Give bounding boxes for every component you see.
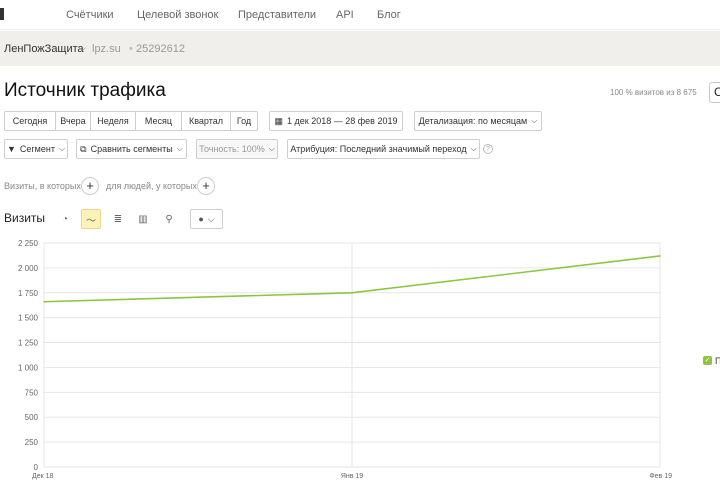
stacked-chart-icon[interactable]: ≣	[108, 209, 128, 229]
bar-chart-icon[interactable]: ▥	[133, 209, 153, 229]
chart-metric-label: Визиты	[4, 211, 46, 225]
compare-icon: ⧉	[80, 143, 87, 154]
x-tick-label: Янв 19	[341, 473, 363, 480]
y-tick-label: 750	[25, 388, 39, 397]
period-quarter-button[interactable]: Квартал	[181, 111, 231, 131]
detail-select-label: Детализация: по месяцам	[418, 116, 528, 126]
y-tick-label: 500	[25, 413, 39, 422]
sample-note: 100 % визитов из 8 675	[610, 88, 697, 97]
nav-representatives[interactable]: Представители	[238, 9, 316, 21]
period-month-button[interactable]: Месяц	[135, 111, 182, 131]
right-edge-button[interactable]: C	[709, 82, 720, 103]
chevron-down-icon[interactable]: ⌵	[79, 43, 86, 54]
legend-checkbox-icon[interactable]: ✓	[703, 356, 712, 365]
x-tick-label: Фев 19	[649, 473, 672, 480]
period-year-button[interactable]: Год	[230, 111, 258, 131]
attribution-select[interactable]: Атрибуция: Последний значимый переход ⌵	[287, 139, 480, 159]
segment-button[interactable]: ▼ Сегмент ⌵	[4, 139, 68, 159]
accuracy-select[interactable]: Точность: 100% ⌵	[196, 139, 278, 159]
pie-chart-icon[interactable]: ◔	[55, 209, 75, 229]
period-today-button[interactable]: Сегодня	[4, 111, 56, 131]
y-tick-label: 2 250	[18, 239, 39, 248]
chevron-down-icon: ⌵	[176, 144, 183, 153]
y-tick-label: 1 000	[18, 363, 39, 372]
calendar-icon: ▦	[274, 115, 284, 126]
visits-condition-label: Визиты, в которых	[4, 181, 81, 191]
add-people-condition-button[interactable]: +	[197, 177, 215, 195]
y-tick-label: 250	[25, 438, 39, 447]
compare-label: Сравнить сегменты	[90, 144, 173, 154]
counter-name[interactable]: ЛенПожЗащита	[4, 43, 84, 55]
help-icon[interactable]: ?	[483, 144, 493, 154]
accuracy-label: Точность: 100%	[199, 144, 265, 154]
period-yesterday-button[interactable]: Вчера	[55, 111, 91, 131]
nav-counters[interactable]: Счётчики	[66, 9, 114, 21]
nav-target-call[interactable]: Целевой звонок	[137, 9, 218, 21]
x-tick-label: Дек 18	[32, 473, 54, 480]
detail-select[interactable]: Детализация: по месяцам ⌵	[414, 111, 542, 131]
chevron-down-icon: ⌵	[58, 144, 66, 153]
comment-button[interactable]: ● ⌵	[190, 209, 223, 229]
period-week-button[interactable]: Неделя	[90, 111, 136, 131]
date-range-button[interactable]: ▦ 1 дек 2018 — 28 фев 2019	[269, 111, 403, 131]
chevron-down-icon: ⌵	[531, 116, 538, 125]
y-tick-label: 0	[34, 463, 39, 472]
nav-api[interactable]: API	[336, 9, 354, 21]
counter-bar: ЛенПожЗащита ⌵ lpz.su • 25292612	[0, 31, 720, 66]
segment-icon: ▼	[6, 144, 16, 154]
top-navigation: Счётчики Целевой звонок Представители AP…	[0, 0, 720, 30]
data-point	[43, 300, 45, 303]
separator-dot: •	[129, 43, 133, 55]
page-title: Источник трафика	[4, 80, 166, 101]
y-tick-label: 1 750	[18, 289, 39, 298]
counter-id: 25292612	[136, 43, 185, 55]
nav-blog[interactable]: Блог	[377, 9, 401, 21]
chevron-down-icon: ⌵	[470, 144, 477, 153]
chevron-down-icon: ⌵	[207, 213, 215, 224]
chevron-down-icon: ⌵	[268, 144, 275, 153]
data-point	[659, 255, 661, 257]
attribution-label: Атрибуция: Последний значимый переход	[290, 144, 467, 154]
line-chart-icon[interactable]: 〜	[81, 209, 101, 229]
add-visit-condition-button[interactable]: +	[81, 177, 99, 195]
visits-line-chart: 0 250 500 750 1 000 1 250 1 500 1 750 2 000 2 250…	[18, 239, 672, 480]
y-tick-label: 2 000	[18, 264, 39, 273]
comment-icon: ●	[198, 214, 204, 224]
data-point	[351, 291, 353, 294]
people-condition-label: для людей, у которых	[106, 181, 197, 191]
map-pin-icon[interactable]: ⚲	[159, 209, 179, 229]
compare-segments-button[interactable]: ⧉ Сравнить сегменты ⌵	[76, 139, 187, 159]
y-tick-label: 1 250	[18, 339, 39, 348]
counter-site: lpz.su	[92, 43, 121, 55]
date-range-label: 1 дек 2018 — 28 фев 2019	[287, 116, 398, 126]
legend-label: П	[715, 356, 720, 366]
y-tick-label: 1 500	[18, 314, 39, 323]
segment-label: Сегмент	[19, 144, 55, 154]
logo-icon[interactable]	[0, 8, 4, 20]
